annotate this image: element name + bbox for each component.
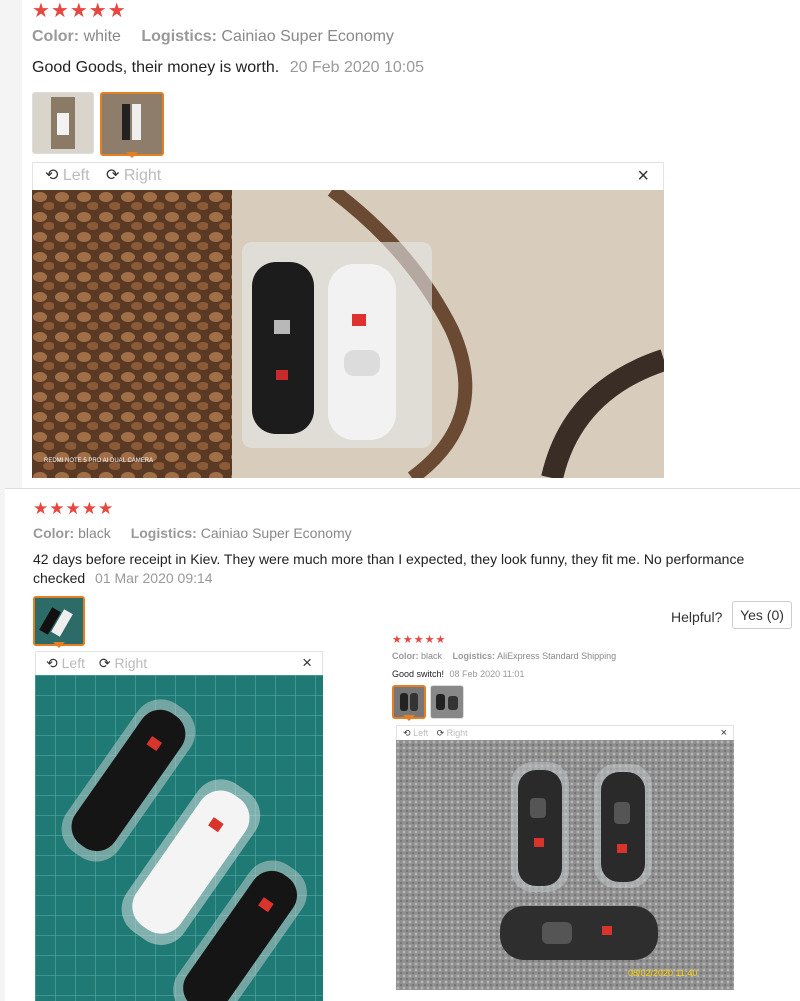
rating-stars: ★★★★★ (392, 634, 447, 646)
review-text: Good switch! 08 Feb 2020 11:01 (392, 669, 524, 679)
thumbnail-image (35, 598, 83, 644)
rotate-right-button[interactable]: Right (447, 728, 468, 738)
image-viewer-toolbar: ⟲ Left ⟳ Right × (35, 651, 323, 675)
product-photo: 08/02/2020 11:40 (396, 740, 734, 990)
rotate-right-icon[interactable]: ⟳ (106, 167, 119, 184)
rotate-right-button[interactable]: Right (124, 167, 161, 184)
rotate-left-button[interactable]: Left (62, 655, 85, 671)
review-photo-large (35, 675, 323, 1001)
review-date: 20 Feb 2020 10:05 (289, 59, 425, 76)
logistics-value: Cainiao Super Economy (200, 525, 352, 541)
color-value: white (83, 28, 121, 45)
color-label: Color: (33, 525, 75, 541)
image-viewer-toolbar: ⟲ Left ⟳ Right × (32, 162, 664, 190)
review-card-2: ★★★★★ Color: black Logistics: Cainiao Su… (5, 488, 800, 1001)
review-card-1: ★★★★★ Color: white Logistics: Cainiao Su… (22, 0, 800, 500)
helpful-label: Helpful? (671, 609, 723, 625)
rotate-right-button[interactable]: Right (115, 655, 148, 671)
thumbnail-image (431, 686, 463, 718)
review-photo-large: REDMI NOTE 5 PRO AI DUAL CAMERA (32, 190, 664, 478)
rotate-left-icon[interactable]: ⟲ (46, 655, 58, 671)
rotate-left-icon[interactable]: ⟲ (403, 728, 411, 738)
camera-watermark: REDMI NOTE 5 PRO AI DUAL CAMERA (44, 458, 153, 464)
logistics-label: Logistics: (452, 651, 496, 661)
review-text: Good Goods, their money is worth. 20 Feb… (32, 59, 424, 77)
color-value: black (421, 651, 443, 661)
close-icon[interactable]: × (637, 163, 649, 189)
review-meta: Color: white Logistics: Cainiao Super Ec… (32, 28, 410, 46)
thumbnail-image (102, 94, 162, 154)
rotate-left-button[interactable]: Left (63, 167, 90, 184)
logistics-value: AliExpress Standard Shipping (497, 651, 617, 661)
review-card-3: ★★★★★ Color: black Logistics: AliExpress… (390, 631, 750, 1001)
review-thumbnail-selected[interactable] (100, 92, 164, 158)
review-meta: Color: black Logistics: AliExpress Stand… (392, 651, 632, 661)
photo-date-stamp: 08/02/2020 11:40 (628, 968, 697, 978)
close-icon[interactable]: × (302, 652, 312, 674)
review-thumbnail-selected[interactable] (33, 596, 85, 648)
review-meta: Color: black Logistics: Cainiao Super Ec… (33, 525, 368, 541)
product-photo (35, 675, 323, 1001)
rating-stars: ★★★★★ (33, 499, 115, 518)
helpful-yes-button[interactable]: Yes (0) (732, 601, 792, 629)
review-date: 01 Mar 2020 09:14 (95, 570, 213, 586)
color-label: Color: (392, 651, 419, 661)
review-thumbnail[interactable] (32, 92, 94, 154)
review-body: Good switch! (392, 669, 445, 679)
rotate-right-icon[interactable]: ⟳ (437, 728, 445, 738)
rotate-left-button[interactable]: Left (413, 728, 428, 738)
logistics-label: Logistics: (130, 525, 197, 541)
thumbnail-image (33, 93, 93, 153)
logistics-value: Cainiao Super Economy (221, 28, 394, 45)
thumbnail-image (394, 687, 424, 717)
review-thumbnail[interactable] (430, 685, 464, 719)
color-label: Color: (32, 28, 80, 45)
product-photo: REDMI NOTE 5 PRO AI DUAL CAMERA (32, 190, 664, 478)
review-photo-large: 08/02/2020 11:40 (396, 740, 734, 990)
rotate-right-icon[interactable]: ⟳ (99, 655, 111, 671)
review-thumbnail-selected[interactable] (392, 685, 426, 721)
rating-stars: ★★★★★ (32, 0, 127, 22)
review-text: 42 days before receipt in Kiev. They wer… (33, 550, 763, 588)
review-body: Good Goods, their money is worth. (32, 59, 280, 76)
image-viewer-toolbar: ⟲ Left ⟳ Right × (396, 725, 734, 740)
close-icon[interactable]: × (721, 726, 727, 740)
review-date: 08 Feb 2020 11:01 (449, 669, 525, 679)
rotate-left-icon[interactable]: ⟲ (45, 167, 58, 184)
logistics-label: Logistics: (141, 28, 217, 45)
color-value: black (78, 525, 111, 541)
